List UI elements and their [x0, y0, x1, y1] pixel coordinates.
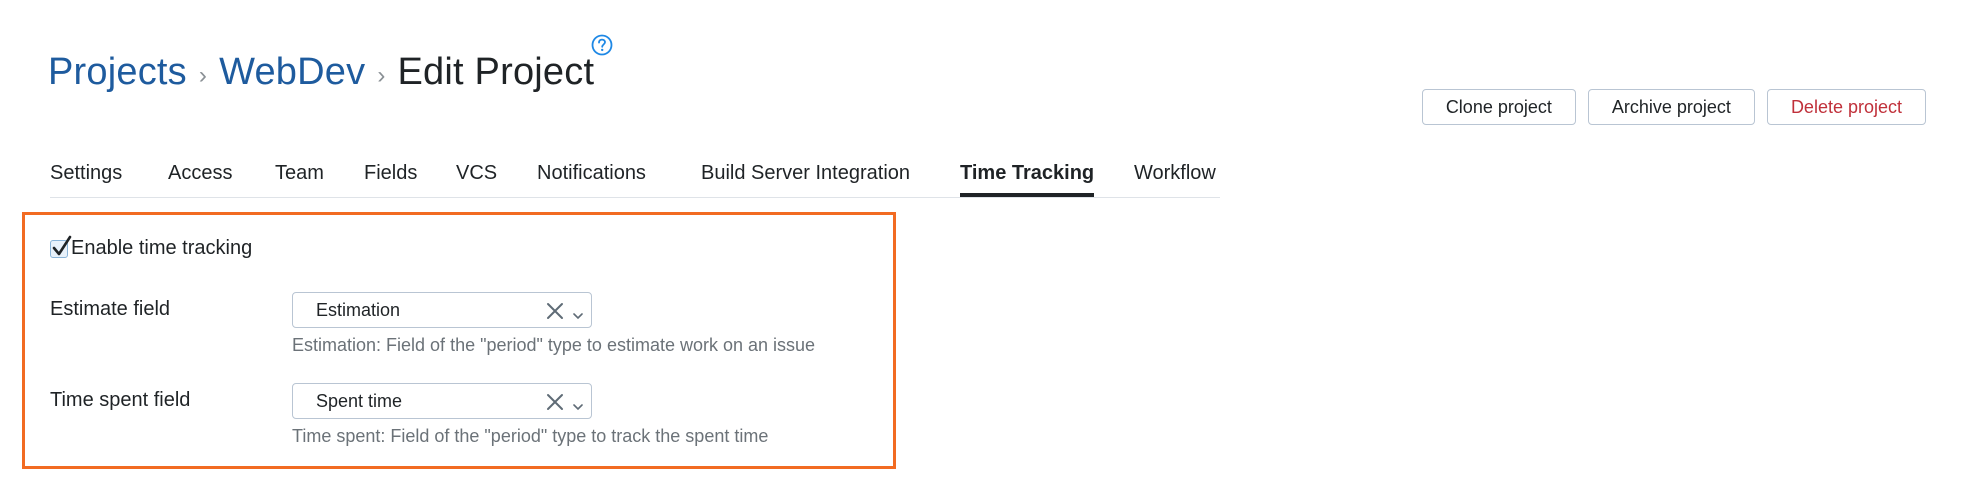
time-spent-field-select[interactable]: Spent time — [292, 383, 592, 419]
estimate-field-hint: Estimation: Field of the "period" type t… — [292, 335, 816, 355]
breadcrumb: Projects › WebDev › Edit Project — [48, 46, 594, 98]
time-spent-field-hint: Time spent: Field of the "period" type t… — [292, 426, 769, 446]
delete-project-button[interactable]: Delete project — [1766, 89, 1926, 125]
estimate-field-value: Estimation — [316, 300, 401, 320]
chevron-down-icon — [573, 307, 583, 325]
tab-build-server-integration[interactable]: Build Server Integration — [701, 162, 910, 185]
archive-project-button[interactable]: Archive project — [1587, 89, 1755, 125]
tab-team[interactable]: Team — [275, 162, 324, 185]
tab-fields[interactable]: Fields — [364, 162, 417, 185]
clear-x-icon[interactable] — [546, 302, 564, 325]
clear-x-icon[interactable] — [546, 393, 564, 416]
enable-time-tracking-checkbox[interactable]: Enable time tracking — [50, 235, 253, 260]
tab-settings[interactable]: Settings — [50, 162, 122, 185]
enable-time-tracking-label: Enable time tracking — [71, 237, 253, 259]
tab-vcs[interactable]: VCS — [456, 162, 497, 185]
chevron-down-icon — [573, 398, 583, 416]
breadcrumb-separator: › — [377, 62, 386, 89]
header-actions: Clone project Archive project Delete pro… — [1421, 89, 1926, 125]
help-circle-icon[interactable] — [591, 34, 613, 56]
page-title: Edit Project — [397, 50, 595, 93]
breadcrumb-webdev-link[interactable]: WebDev — [219, 51, 365, 94]
time-spent-field-label: Time spent field — [50, 389, 191, 411]
tab-time-tracking[interactable]: Time Tracking — [960, 162, 1095, 197]
estimate-field-select[interactable]: Estimation — [292, 292, 592, 328]
estimate-field-label: Estimate field — [50, 298, 171, 320]
breadcrumb-projects-link[interactable]: Projects — [48, 51, 187, 94]
clone-project-button[interactable]: Clone project — [1421, 89, 1576, 125]
time-spent-field-value: Spent time — [316, 391, 403, 411]
tab-access[interactable]: Access — [168, 162, 232, 185]
breadcrumb-separator: › — [198, 62, 208, 89]
checkmark-icon — [52, 235, 72, 255]
tab-workflow[interactable]: Workflow — [1134, 162, 1216, 185]
time-tracking-panel: Enable time tracking Estimate field Esti… — [22, 212, 896, 469]
checkbox-box[interactable] — [50, 235, 72, 258]
tab-notifications[interactable]: Notifications — [537, 162, 646, 185]
tab-bar: Settings Access Team Fields VCS Notifica… — [50, 150, 1220, 198]
